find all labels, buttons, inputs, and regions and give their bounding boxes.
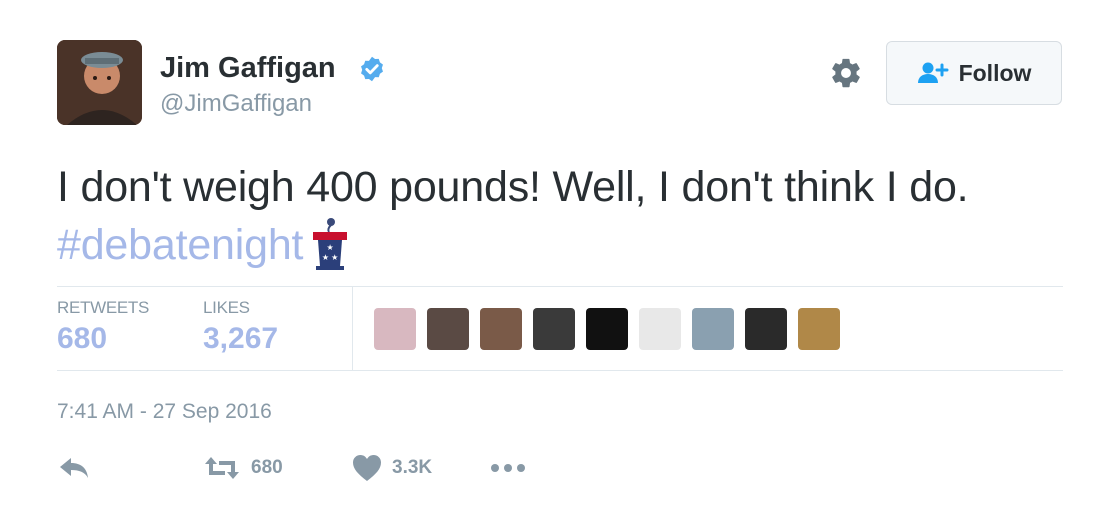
liker-avatar[interactable] [374,308,416,350]
tweet-text: I don't weigh 400 pounds! Well, I don't … [57,158,1057,274]
heart-icon [353,455,381,481]
add-user-icon [917,62,949,83]
divider-bottom [57,370,1063,371]
liker-avatar[interactable] [427,308,469,350]
reply-icon [60,458,88,478]
svg-text:★: ★ [327,243,334,252]
retweets-label: RETWEETS [57,298,150,317]
like-count: 3.3K [392,457,433,478]
liker-avatar[interactable] [586,308,628,350]
svg-text:★ ★: ★ ★ [322,253,338,262]
divider-top [57,286,1063,287]
author-handle[interactable]: @JimGaffigan [160,90,312,118]
avatar[interactable] [57,40,142,125]
follow-label: Follow [958,59,1032,86]
tweet-timestamp[interactable]: 7:41 AM - 27 Sep 2016 [57,400,272,424]
follow-button[interactable]: Follow [886,41,1062,105]
likes-label: LIKES [203,298,250,317]
podium-icon: ★ ★ ★ [313,218,348,270]
hashtag-link[interactable]: #debatenight [57,221,303,269]
reply-button[interactable] [57,452,91,484]
likers-avatars [374,308,851,350]
gear-icon[interactable] [829,56,863,90]
more-icon [491,464,525,472]
liker-avatar[interactable] [533,308,575,350]
likes-count[interactable]: 3,267 [203,322,278,356]
retweet-icon [205,457,239,479]
liker-avatar[interactable] [798,308,840,350]
divider-vertical [352,287,353,371]
liker-avatar[interactable] [745,308,787,350]
verified-badge-icon [361,56,383,82]
more-button[interactable] [490,452,526,484]
author-name[interactable]: Jim Gaffigan [160,52,336,85]
like-button[interactable]: 3.3K [352,452,432,484]
retweet-count: 680 [251,457,283,478]
liker-avatar[interactable] [692,308,734,350]
liker-avatar[interactable] [639,308,681,350]
tweet-body: I don't weigh 400 pounds! Well, I don't … [57,163,969,211]
retweet-button[interactable]: 680 [203,452,283,484]
liker-avatar[interactable] [480,308,522,350]
retweets-count[interactable]: 680 [57,322,107,356]
